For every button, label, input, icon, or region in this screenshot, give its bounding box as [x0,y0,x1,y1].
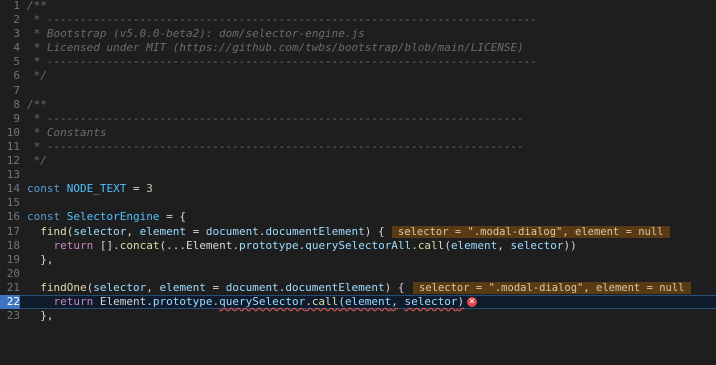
line-number: 14 [6,182,20,196]
code-text: */ [27,154,47,168]
inlay-hint: selector = ".modal-dialog", element = nu… [392,225,670,238]
code-line[interactable]: 1 /** [0,0,716,13]
code-line[interactable]: 10 * Constants [0,126,716,140]
code-line-current[interactable]: 22 return Element.prototype.querySelecto… [0,294,716,310]
line-number: 23 [6,309,20,323]
line-number: 9 [13,111,20,125]
code-line[interactable]: 14 const NODE_TEXT = 3 [0,182,716,196]
line-number: 4 [13,41,20,55]
code-line[interactable]: 8 /** [0,98,716,112]
line-number: 5 [13,55,20,69]
code-line[interactable]: 7 [0,84,716,98]
line-number: 21 [6,280,20,294]
code-editor[interactable]: 1 /** 2 * ------------------------------… [0,0,716,330]
line-number: 2 [13,13,20,27]
code-line[interactable]: 19 }, [0,253,716,267]
code-line[interactable]: 20 [0,267,716,281]
code-text: * Bootstrap (v5.0.0-beta2): dom/selector… [27,27,365,41]
code-text: * --------------------------------------… [27,55,537,69]
code-text: return Element.prototype.querySelector.c… [53,294,465,308]
line-number: 13 [6,168,20,182]
code-text: }, [27,309,54,323]
line-number: 15 [6,196,20,210]
code-text: const NODE_TEXT = 3 [27,182,153,196]
code-line[interactable]: 4 * Licensed under MIT (https://github.c… [0,41,716,55]
line-number: 10 [6,125,20,139]
code-line[interactable]: 15 [0,196,716,210]
code-text: /** [27,97,47,111]
line-number: 6 [13,69,20,83]
code-line[interactable]: 9 * ------------------------------------… [0,112,716,126]
line-number: 18 [6,238,20,252]
line-number: 8 [13,97,20,111]
code-line[interactable]: 11 * -----------------------------------… [0,140,716,154]
code-line[interactable]: 3 * Bootstrap (v5.0.0-beta2): dom/select… [0,27,716,41]
code-text: return [].concat(...Element.prototype.qu… [53,238,577,252]
code-line[interactable]: 5 * ------------------------------------… [0,55,716,69]
code-text: findOne(selector, element = document.doc… [40,280,405,294]
line-number: 17 [6,224,20,238]
code-line[interactable]: 13 [0,168,716,182]
code-line[interactable]: 2 * ------------------------------------… [0,13,716,27]
code-text: * --------------------------------------… [27,13,537,27]
line-number: 7 [13,83,20,97]
code-text: */ [27,69,47,83]
code-text: * Constants [27,125,107,139]
code-line[interactable]: 21 findOne(selector, element = document.… [0,281,716,295]
line-number: 16 [6,210,20,224]
line-number: 22 [0,294,20,310]
code-text: * --------------------------------------… [27,111,524,125]
inlay-hint: selector = ".modal-dialog", element = nu… [413,281,691,294]
code-text: /** [27,0,47,12]
code-line[interactable]: 6 */ [0,69,716,83]
line-number: 20 [6,266,20,280]
code-line[interactable]: 23 }, [0,309,716,323]
error-circle-icon[interactable]: ✕ [467,296,477,307]
code-line[interactable]: 12 */ [0,154,716,168]
code-text: const SelectorEngine = { [27,210,186,224]
line-number: 1 [13,0,20,12]
code-text: * --------------------------------------… [27,139,524,153]
code-line[interactable]: 18 return [].concat(...Element.prototype… [0,239,716,253]
line-number: 11 [6,139,20,153]
line-number: 19 [6,252,20,266]
code-line[interactable]: 16 const SelectorEngine = { [0,210,716,224]
code-text: * Licensed under MIT (https://github.com… [27,41,524,55]
line-number: 12 [6,154,20,168]
line-number: 3 [13,27,20,41]
code-text: }, [27,252,54,266]
code-line[interactable]: 17 find(selector, element = document.doc… [0,225,716,239]
code-text: find(selector, element = document.docume… [40,224,385,238]
